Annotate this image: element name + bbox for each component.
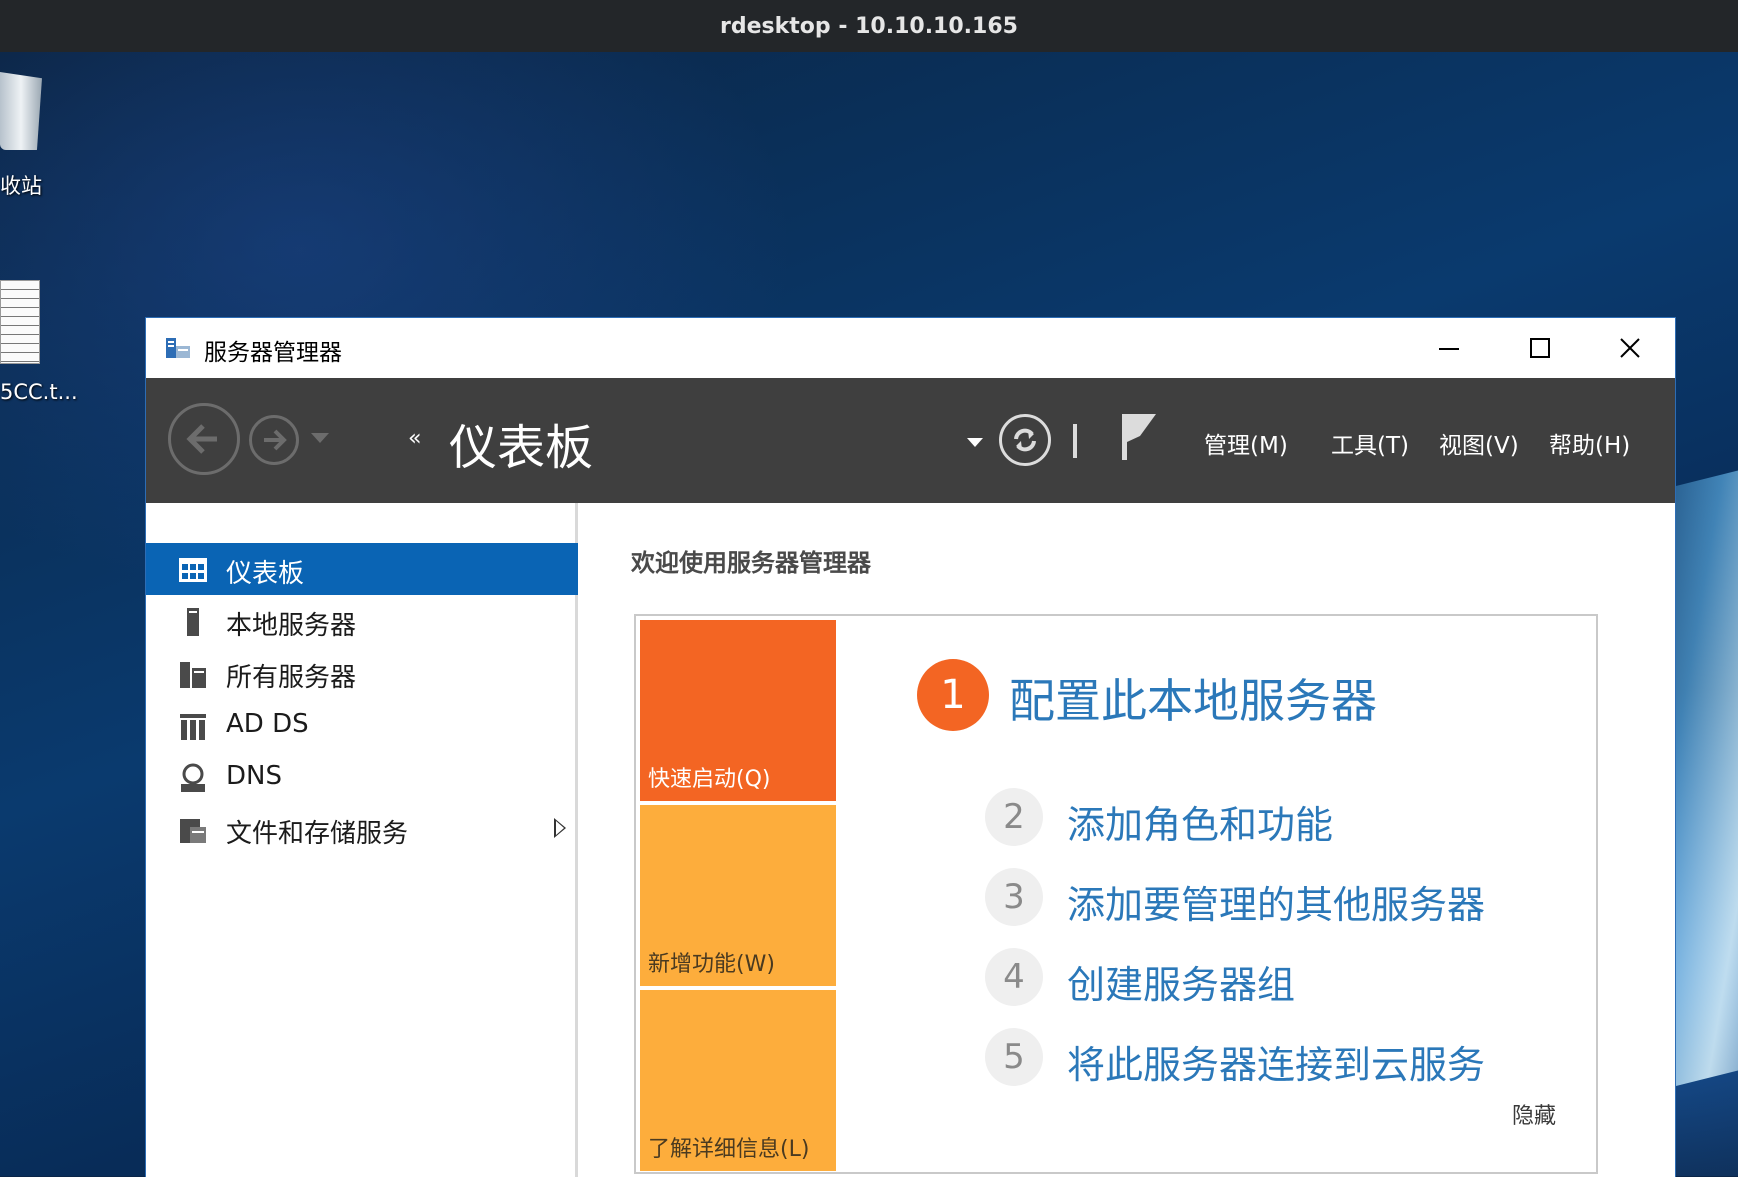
step-link-connect-cloud[interactable]: 将此服务器连接到云服务: [1067, 1034, 1485, 1089]
forward-button[interactable]: [249, 415, 299, 465]
sidebar-item-label: 所有服务器: [226, 663, 357, 693]
sidebar-item-label: DNS: [226, 761, 282, 791]
menu-view[interactable]: 视图(V): [1439, 426, 1519, 460]
text-file-icon: [0, 280, 40, 364]
sidebar-item-label: 仪表板: [226, 559, 305, 589]
sidebar-item-dashboard[interactable]: 仪表板: [146, 543, 578, 595]
sidebar-item-label: 本地服务器: [226, 611, 357, 641]
sidebar-item-dns[interactable]: DNS: [146, 751, 578, 803]
rdesktop-title: rdesktop - 10.10.10.165: [720, 13, 1018, 39]
sidebar: 仪表板 本地服务器 所有服务器 AD DS DNS 文件和存储服务: [146, 503, 578, 1177]
file-storage-icon: [180, 819, 206, 843]
step-link-add-roles[interactable]: 添加角色和功能: [1067, 794, 1333, 849]
desktop-icon-label: 收站: [0, 174, 42, 198]
header-divider: [1073, 424, 1077, 458]
step-number-badge: 4: [985, 948, 1043, 1006]
minimize-icon: [1439, 348, 1459, 350]
ad-ds-icon: [180, 714, 206, 740]
hide-link[interactable]: 隐藏: [1512, 1098, 1556, 1130]
tile-learn-more[interactable]: 了解详细信息(L): [640, 990, 836, 1171]
server-manager-window: 服务器管理器 ‹‹ 仪表板 管理(M) 工具(T) 视图(V) 帮助(H) 仪表…: [145, 317, 1676, 1177]
tile-label: 快速启动(Q): [648, 767, 771, 792]
server-manager-icon: [166, 338, 190, 358]
minimize-button[interactable]: [1404, 318, 1494, 378]
expand-arrow-icon[interactable]: [554, 818, 566, 838]
sidebar-item-file-storage[interactable]: 文件和存储服务: [146, 803, 578, 855]
step-number-badge: 2: [985, 788, 1043, 846]
window-title: 服务器管理器: [204, 340, 342, 366]
page-title: 仪表板: [449, 420, 594, 476]
tile-quick-start[interactable]: 快速启动(Q): [640, 620, 836, 801]
dns-icon: [181, 763, 205, 792]
dashboard-icon: [179, 558, 207, 582]
rdesktop-titlebar: rdesktop - 10.10.10.165: [0, 0, 1738, 52]
step-link-add-servers[interactable]: 添加要管理的其他服务器: [1067, 874, 1485, 929]
back-icon: [186, 424, 217, 454]
tile-whats-new[interactable]: 新增功能(W): [640, 805, 836, 986]
close-button[interactable]: [1585, 318, 1675, 378]
all-servers-icon: [180, 662, 206, 688]
welcome-heading: 欢迎使用服务器管理器: [631, 549, 871, 577]
refresh-icon: [1014, 428, 1036, 452]
history-dropdown-icon[interactable]: [311, 433, 329, 443]
main-content: 欢迎使用服务器管理器 快速启动(Q) 新增功能(W) 了解详细信息(L) 1 配…: [578, 503, 1675, 1177]
notifications-dropdown-icon[interactable]: [967, 438, 983, 447]
step-number-badge: 3: [985, 868, 1043, 926]
forward-icon: [264, 429, 287, 451]
step-number-badge: 1: [917, 659, 989, 731]
desktop-icon-label: 5CC.t...: [0, 380, 78, 404]
tile-label: 了解详细信息(L): [648, 1137, 810, 1162]
flag-icon[interactable]: [1118, 412, 1158, 462]
sidebar-item-all-servers[interactable]: 所有服务器: [146, 647, 578, 699]
maximize-icon: [1530, 338, 1550, 358]
local-server-icon: [187, 608, 199, 636]
sidebar-item-label: AD DS: [226, 709, 309, 739]
menu-help[interactable]: 帮助(H): [1549, 426, 1630, 460]
sidebar-item-local-server[interactable]: 本地服务器: [146, 595, 578, 647]
refresh-button[interactable]: [999, 414, 1051, 466]
step-number-badge: 5: [985, 1028, 1043, 1086]
menu-manage[interactable]: 管理(M): [1204, 426, 1288, 460]
tile-label: 新增功能(W): [648, 952, 775, 977]
quick-start-panel: 快速启动(Q) 新增功能(W) 了解详细信息(L) 1 配置此本地服务器 2 添…: [634, 614, 1598, 1174]
sidebar-item-label: 文件和存储服务: [226, 819, 409, 849]
sidebar-item-ad-ds[interactable]: AD DS: [146, 699, 578, 751]
header-bar: ‹‹ 仪表板 管理(M) 工具(T) 视图(V) 帮助(H): [146, 378, 1675, 503]
breadcrumb-arrows[interactable]: ‹‹: [408, 426, 421, 451]
maximize-button[interactable]: [1495, 318, 1585, 378]
menu-tools[interactable]: 工具(T): [1331, 426, 1409, 460]
step-link-create-group[interactable]: 创建服务器组: [1067, 954, 1295, 1009]
step-link-configure-local-server[interactable]: 配置此本地服务器: [1009, 665, 1377, 731]
back-button[interactable]: [168, 403, 240, 475]
close-icon: [1620, 338, 1640, 358]
window-titlebar[interactable]: 服务器管理器: [146, 318, 1675, 378]
recycle-bin-icon: [0, 72, 42, 150]
